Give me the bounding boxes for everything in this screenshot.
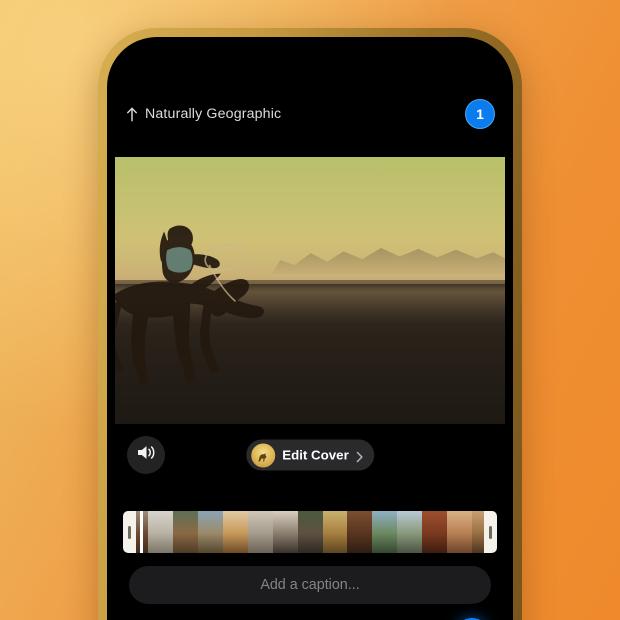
edit-cover-button[interactable]: Edit Cover xyxy=(246,439,374,471)
cover-thumbnail-horse-icon xyxy=(257,451,269,465)
caption-input[interactable]: Add a caption... xyxy=(129,566,491,604)
trim-handle-left-grip xyxy=(128,525,131,539)
timeline-frames xyxy=(123,511,497,553)
header-title: Naturally Geographic xyxy=(145,106,282,122)
arrow-up-icon xyxy=(126,107,138,122)
speaker-wave-icon xyxy=(136,444,157,466)
adjust-button[interactable] xyxy=(325,617,361,620)
timeline-frame xyxy=(147,511,173,553)
timeline-frame xyxy=(397,511,423,553)
video-preview[interactable] xyxy=(115,157,505,424)
caption-placeholder: Add a caption... xyxy=(260,577,360,593)
timeline-frame xyxy=(422,511,448,553)
phone-device-frame: Naturally Geographic 1 Edit Cover Add a … xyxy=(98,28,522,620)
badge-count: 1 xyxy=(476,106,484,122)
phone-screen: Naturally Geographic 1 Edit Cover Add a … xyxy=(107,37,513,620)
cover-thumbnail xyxy=(251,443,276,467)
timeline-frame xyxy=(197,511,223,553)
status-badge[interactable]: 1 xyxy=(465,99,495,129)
edit-cover-label: Edit Cover xyxy=(282,447,349,463)
timeline-frame xyxy=(247,511,273,553)
mute-toggle-button[interactable] xyxy=(127,436,165,474)
video-timeline[interactable] xyxy=(123,511,497,553)
chevron-right-icon xyxy=(356,450,363,463)
trim-handle-left[interactable] xyxy=(123,511,136,553)
timeline-frame xyxy=(347,511,373,553)
cover-controls-row: Edit Cover xyxy=(107,432,513,478)
screenshot-root: Naturally Geographic 1 Edit Cover Add a … xyxy=(0,0,620,620)
timeline-frame xyxy=(272,511,298,553)
timeline-frame xyxy=(322,511,348,553)
trim-handle-right[interactable] xyxy=(484,511,497,553)
timeline-frame xyxy=(172,511,198,553)
timeline-frame xyxy=(297,511,323,553)
back-button[interactable] xyxy=(131,617,167,620)
draw-button[interactable] xyxy=(261,617,297,620)
header-recipient[interactable]: Naturally Geographic xyxy=(126,106,281,122)
crop-button[interactable] xyxy=(196,617,232,620)
timeline-frame xyxy=(447,511,473,553)
hd-button[interactable]: HD xyxy=(390,617,426,620)
timeline-frame xyxy=(222,511,248,553)
timeline-frame xyxy=(372,511,398,553)
playhead[interactable] xyxy=(140,511,143,553)
bottom-toolbar: HD xyxy=(107,612,513,620)
trim-handle-right-grip xyxy=(489,525,492,539)
header-bar: Naturally Geographic 1 xyxy=(107,99,513,129)
preview-horse-rider-silhouette xyxy=(115,162,322,408)
